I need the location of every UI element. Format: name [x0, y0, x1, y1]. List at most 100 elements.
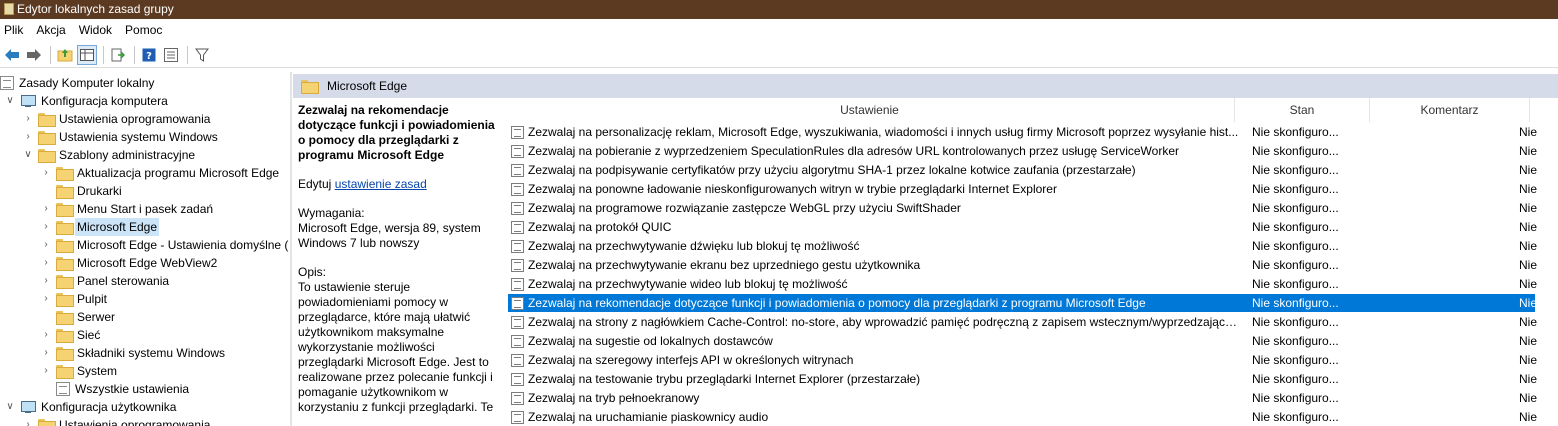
state-cell: Nie skonfiguro...	[1252, 144, 1339, 158]
chevron-right-icon[interactable]: ›	[40, 272, 52, 290]
pane-splitter[interactable]	[290, 72, 292, 426]
table-row[interactable]: Zezwalaj na przechwytywanie ekranu bez u…	[508, 256, 1537, 274]
tree-node[interactable]: › Panel sterowania	[40, 272, 171, 290]
chevron-down-icon[interactable]: ∨	[4, 92, 16, 110]
chevron-right-icon[interactable]: ›	[40, 290, 52, 308]
tree-node[interactable]: › Microsoft Edge WebView2	[40, 254, 219, 272]
comment-cell: Nie	[1519, 125, 1538, 139]
table-row[interactable]: Zezwalaj na przechwytywanie wideo lub bl…	[508, 275, 1538, 293]
setting-cell: Zezwalaj na uruchamianie piaskownicy aud…	[528, 410, 769, 424]
table-row[interactable]: Zezwalaj na protokół QUIC Nie skonfiguro.…	[508, 218, 1537, 236]
chevron-right-icon[interactable]: ›	[22, 110, 34, 128]
state-cell: Nie skonfiguro...	[1252, 334, 1339, 348]
show-hide-tree-icon[interactable]	[77, 45, 97, 65]
chevron-right-icon[interactable]: ›	[40, 236, 52, 254]
help-icon[interactable]: ?	[139, 45, 159, 65]
up-folder-icon[interactable]	[55, 45, 75, 65]
table-row[interactable]: Zezwalaj na tryb pełnoekranowy Nie skonfi…	[508, 389, 1537, 407]
back-arrow-icon[interactable]	[2, 45, 22, 65]
menu-widok[interactable]: Widok	[79, 23, 112, 37]
tree-node-label: System	[77, 364, 118, 378]
state-cell: Nie skonfiguro...	[1252, 239, 1339, 253]
tree-node[interactable]: › Składniki systemu Windows	[40, 344, 227, 362]
comment-cell: Nie	[1519, 315, 1538, 329]
tree-node[interactable]: › Aktualizacja programu Microsoft Edge	[40, 164, 281, 182]
tree-node[interactable]: › Ustawienia oprogramowania	[22, 416, 212, 426]
tree-node[interactable]: › Ustawienia oprogramowania	[22, 110, 212, 128]
properties-icon[interactable]	[161, 45, 181, 65]
column-header-setting[interactable]: Ustawienie	[505, 98, 1235, 122]
tree-node[interactable]: ∨ Szablony administracyjne	[22, 146, 197, 164]
column-header-comment[interactable]: Komentarz	[1370, 98, 1530, 122]
table-row[interactable]: Zezwalaj na przechwytywanie dźwięku lub …	[508, 237, 1537, 255]
tree-node[interactable]: Drukarki	[40, 182, 124, 200]
table-row[interactable]: Zezwalaj na testowanie trybu przeglądark…	[508, 370, 1537, 388]
table-row[interactable]: Zezwalaj na szeregowy interfejs API w ok…	[508, 351, 1537, 369]
tree-node[interactable]: Zasady Komputer lokalny	[0, 74, 156, 92]
toolbar: ?	[0, 43, 1558, 68]
setting-cell: Zezwalaj na przechwytywanie wideo lub bl…	[528, 277, 848, 291]
toolbar-separator	[103, 46, 104, 64]
chevron-right-icon[interactable]: ›	[22, 128, 34, 146]
tree-node[interactable]: › Menu Start i pasek zadań	[40, 200, 215, 218]
tree-node[interactable]: › System	[40, 362, 119, 380]
tree-node-label: Ustawienia oprogramowania	[59, 418, 211, 426]
state-cell: Nie skonfiguro...	[1252, 410, 1339, 424]
forward-arrow-icon[interactable]	[24, 45, 44, 65]
chevron-right-icon[interactable]: ›	[22, 416, 34, 426]
chevron-right-icon[interactable]: ›	[40, 218, 52, 236]
chevron-down-icon[interactable]: ∨	[4, 398, 16, 416]
tree-node[interactable]: Wszystkie ustawienia	[40, 380, 191, 398]
chevron-right-icon[interactable]: ›	[40, 326, 52, 344]
tree-node[interactable]: › Ustawienia systemu Windows	[22, 128, 220, 146]
chevron-down-icon[interactable]: ∨	[22, 146, 34, 164]
filter-icon[interactable]	[192, 45, 212, 65]
edit-policy-link[interactable]: ustawienie zasad	[335, 177, 427, 191]
tree-node-label: Drukarki	[77, 184, 122, 198]
chevron-right-icon[interactable]: ›	[40, 344, 52, 362]
table-row[interactable]: Zezwalaj na sugestie od lokalnych dostaw…	[508, 332, 1538, 350]
setting-cell: Zezwalaj na protokół QUIC	[528, 220, 672, 234]
table-row[interactable]: Zezwalaj na ponowne ładowanie nieskonfig…	[508, 180, 1537, 198]
export-list-icon[interactable]	[108, 45, 128, 65]
menu-plik[interactable]: Plik	[4, 23, 23, 37]
table-row[interactable]: Zezwalaj na pobieranie z wyprzedzeniem S…	[508, 142, 1537, 160]
setting-cell: Zezwalaj na testowanie trybu przeglądark…	[528, 372, 921, 386]
menu-pomoc[interactable]: Pomoc	[125, 23, 162, 37]
chevron-right-icon[interactable]: ›	[40, 200, 52, 218]
policy-setting-icon	[511, 182, 524, 196]
tree-node[interactable]: ∨ Konfiguracja komputera	[4, 92, 170, 110]
setting-cell: Zezwalaj na programowe rozwiązanie zastę…	[528, 201, 961, 215]
tree-node[interactable]: Serwer	[40, 308, 117, 326]
column-header-state[interactable]: Stan	[1235, 98, 1370, 122]
table-row[interactable]: Zezwalaj na strony z nagłówkiem Cache-Co…	[508, 313, 1538, 331]
policy-setting-icon	[511, 334, 524, 348]
tree-node[interactable]: ∨ Konfiguracja użytkownika	[4, 398, 178, 416]
table-row[interactable]: Zezwalaj na programowe rozwiązanie zastę…	[508, 199, 1537, 217]
title-bar: Edytor lokalnych zasad grupy	[0, 0, 1558, 19]
chevron-right-icon[interactable]: ›	[40, 254, 52, 272]
tree-node[interactable]: › Microsoft Edge - Ustawienia domyślne (	[40, 236, 289, 254]
table-row[interactable]: Zezwalaj na uruchamianie piaskownicy aud…	[508, 408, 1537, 426]
policy-setting-icon	[511, 391, 524, 405]
tree-node[interactable]: › Microsoft Edge	[40, 218, 160, 236]
table-row[interactable]: Zezwalaj na podpisywanie certyfikatów pr…	[508, 161, 1537, 179]
tree-node[interactable]: › Sieć	[40, 326, 102, 344]
chevron-right-icon[interactable]: ›	[40, 164, 52, 182]
settings-list: Ustawienie Stan Komentarz Zezwalaj na pe…	[505, 98, 1558, 426]
navigation-tree: Zasady Komputer lokalny ∨ Konfiguracja kom…	[0, 72, 289, 426]
table-row[interactable]: Zezwalaj na personalizację reklam, Micro…	[508, 123, 1538, 141]
comment-cell: Nie	[1519, 277, 1538, 291]
menu-akcja[interactable]: Akcja	[36, 23, 65, 37]
state-cell: Nie skonfiguro...	[1252, 258, 1339, 272]
tree-node[interactable]: › Pulpit	[40, 290, 109, 308]
policy-setting-icon	[511, 201, 524, 215]
comment-cell: Nie	[1519, 334, 1538, 348]
chevron-right-icon[interactable]: ›	[40, 362, 52, 380]
setting-cell: Zezwalaj na pobieranie z wyprzedzeniem S…	[528, 144, 1179, 158]
tree-node-label: Ustawienia oprogramowania	[59, 112, 211, 126]
table-row[interactable]: Zezwalaj na rekomendacje dotyczące funkc…	[508, 294, 1537, 312]
setting-cell: Zezwalaj na ponowne ładowanie nieskonfig…	[528, 182, 1057, 196]
setting-cell: Zezwalaj na przechwytywanie ekranu bez u…	[528, 258, 921, 272]
requirements-block: Wymagania: Microsoft Edge, wersja 89, sys…	[298, 206, 503, 251]
